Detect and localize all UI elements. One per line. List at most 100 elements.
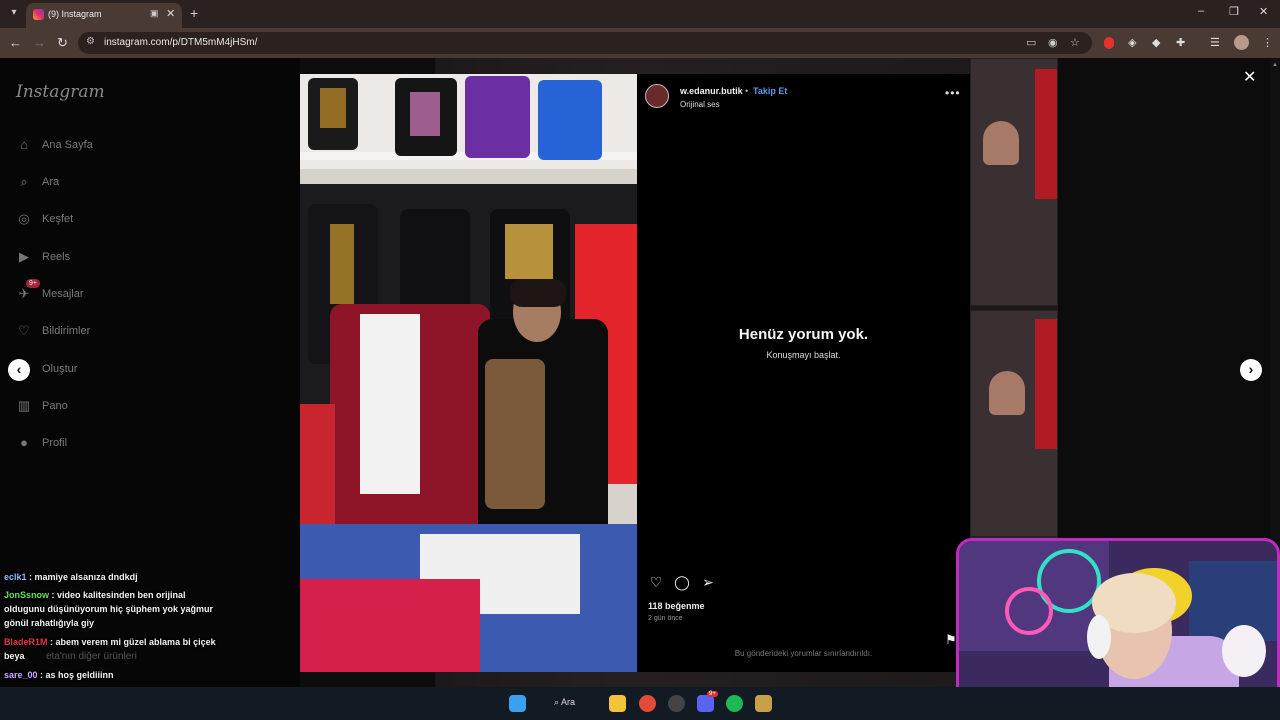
comments-panel: w.edanur.butik • Takip Et Orijinal ses •… [637, 74, 970, 672]
thumbnail-dress [1035, 69, 1057, 199]
sidebar-item-label: Ara [42, 176, 60, 188]
sidebar-item-label: Mesajlar [42, 288, 84, 300]
tab-search-button[interactable]: ▾ [6, 5, 22, 21]
address-bar[interactable]: ⚙ instagram.com/p/DTM5mM4jHSm/ ▭ ◉ ☆ [78, 32, 1092, 54]
poster-username[interactable]: w.edanur.butik [680, 86, 743, 96]
chrome-profile-avatar[interactable] [1234, 35, 1249, 50]
instagram-favicon-icon [33, 9, 44, 20]
browser-toolbar: ← → ↻ ⚙ instagram.com/p/DTM5mM4jHSm/ ▭ ◉… [0, 28, 1280, 58]
post-video[interactable] [300, 74, 637, 672]
background-thumbnail [970, 310, 1058, 537]
comment-icon[interactable]: ◯ [674, 574, 690, 590]
taskbar-search[interactable]: ⌕ Ara [554, 697, 575, 708]
sidebar-item-label: Bildirimler [42, 325, 91, 337]
profile-icon: ● [20, 435, 28, 450]
chat-username: BladeR1M [4, 637, 48, 647]
media-playing-icon[interactable]: ▣ [150, 8, 159, 19]
chrome-icon[interactable] [639, 695, 656, 712]
save-bookmark-icon[interactable]: ⚑ [945, 632, 957, 648]
sidebar-item-reels[interactable]: ▶ Reels [16, 248, 276, 268]
back-arrow-icon[interactable]: ← [9, 35, 22, 50]
sidebar-item-label: Reels [42, 251, 71, 263]
minimize-button[interactable]: – [1198, 5, 1204, 17]
poster-avatar[interactable] [645, 84, 669, 108]
post-video-frame [300, 74, 637, 672]
dashboard-icon: ▥ [17, 398, 31, 413]
extension-red-icon[interactable] [1104, 37, 1114, 49]
forward-arrow-icon[interactable]: → [33, 35, 46, 50]
next-post-button[interactable]: › [1240, 359, 1262, 381]
separator-dot: • [745, 86, 749, 96]
tab-close-button[interactable]: ✕ [166, 7, 175, 20]
new-tab-button[interactable]: + [190, 5, 198, 21]
tracking-eye-icon[interactable]: ◉ [1048, 36, 1058, 49]
sidebar-item-label: Ana Sayfa [42, 139, 93, 151]
install-app-icon[interactable]: ▭ [1026, 36, 1036, 49]
chat-username: JonSsnow [4, 590, 50, 600]
extensions-puzzle-icon[interactable]: ✚ [1176, 36, 1185, 49]
chat-username: sare_00 [4, 670, 38, 680]
file-explorer-icon[interactable] [609, 695, 626, 712]
sidebar-item-label: Pano [42, 400, 68, 412]
thumbnail-person [989, 371, 1025, 415]
taskbar-search-label: Ara [561, 697, 576, 707]
chat-message: JonSsnow : video kalitesinden ben orijin… [4, 588, 229, 630]
chat-message: BladeR1M : abem verem mi güzel ablama bi… [4, 635, 234, 663]
tab-title: (9) Instagram [48, 9, 102, 19]
sidebar-item-label: Profil [42, 437, 68, 449]
windows-start-icon[interactable] [509, 695, 526, 712]
sidebar-item-oluştur[interactable]: ⊞Oluştur [16, 360, 276, 380]
close-post-button[interactable]: ✕ [1243, 67, 1256, 87]
discord-badge: 9+ [707, 691, 718, 697]
league-icon[interactable] [755, 695, 772, 712]
messages-badge: 9+ [26, 279, 40, 288]
compass-icon: ◎ [18, 211, 30, 226]
no-comments-subtitle: Konuşmayı başlat. [766, 350, 841, 360]
no-comments-title: Henüz yorum yok. [738, 326, 869, 343]
heart-icon: ♡ [18, 323, 30, 338]
more-options-icon[interactable]: ••• [945, 86, 961, 100]
scroll-up-arrow-icon[interactable]: ▲ [1272, 62, 1278, 68]
sidebar-item-keşfet[interactable]: ◎ Keşfet [16, 210, 276, 230]
bookmark-star-icon[interactable]: ☆ [1070, 36, 1080, 49]
spotify-icon[interactable] [726, 695, 743, 712]
window-close-button[interactable]: ✕ [1259, 5, 1268, 18]
instagram-logo[interactable]: Instagram [16, 82, 105, 102]
screen: ▾ (9) Instagram ▣ ✕ + – ❐ ✕ ← → ↻ ⚙ inst… [0, 0, 1280, 720]
post-time: 2 gün önce [648, 615, 683, 622]
chrome-menu-icon[interactable]: ⋮ [1262, 36, 1273, 49]
chat-text: : mamiye alsanıza dndkdj [26, 572, 138, 582]
like-heart-icon[interactable]: ♡ [648, 574, 664, 590]
sidebar-item-label: Oluştur [42, 363, 78, 375]
obs-icon[interactable] [668, 695, 685, 712]
chat-username: eclk1 [4, 572, 27, 582]
browser-tab-bar: ▾ (9) Instagram ▣ ✕ + – ❐ ✕ [0, 0, 1280, 28]
chat-text: : as hoş geldiiinn [37, 670, 114, 680]
reload-icon[interactable]: ↻ [57, 35, 68, 51]
audio-label[interactable]: Orijinal ses [680, 100, 720, 109]
share-icon[interactable]: ➢ [700, 574, 716, 590]
home-icon: ⌂ [20, 137, 28, 152]
browser-tab-instagram[interactable]: (9) Instagram ▣ ✕ [26, 3, 182, 28]
background-thumbnail [970, 58, 1058, 306]
sidebar-item-bildirimler[interactable]: ♡ Bildirimler [16, 322, 276, 342]
sidebar-item-ana-sayfa[interactable]: ⌂ Ana Sayfa [16, 136, 276, 156]
reading-list-icon[interactable]: ☰ [1210, 36, 1220, 49]
discord-icon[interactable] [697, 695, 714, 712]
sidebar-item-profil[interactable]: ● Profil [16, 434, 276, 454]
sidebar-item-pano[interactable]: ▥ Pano [16, 397, 276, 417]
thumbnail-dress [1035, 319, 1057, 449]
extension-icon[interactable]: ◈ [1128, 36, 1136, 49]
follow-button[interactable]: Takip Et [753, 86, 787, 96]
url-text[interactable]: instagram.com/p/DTM5mM4jHSm/ [104, 37, 257, 48]
extension-2-icon[interactable]: ◆ [1152, 36, 1160, 49]
sidebar-item-mesajlar[interactable]: ✈ 9+ Mesajlar [16, 279, 276, 305]
site-info-icon[interactable]: ⚙ [86, 36, 95, 47]
comments-limited-notice: Bu gönderideki yorumlar sınırlandırıldı. [734, 649, 873, 658]
likes-count[interactable]: 118 beğenme [648, 601, 705, 611]
restore-button[interactable]: ❐ [1229, 5, 1239, 18]
search-icon: ⌕ [20, 174, 28, 189]
chat-message: sare_00 : as hoş geldiiinn [4, 668, 234, 682]
previous-post-button[interactable]: ‹ [8, 359, 30, 381]
sidebar-item-ara[interactable]: ⌕ Ara [16, 173, 276, 193]
